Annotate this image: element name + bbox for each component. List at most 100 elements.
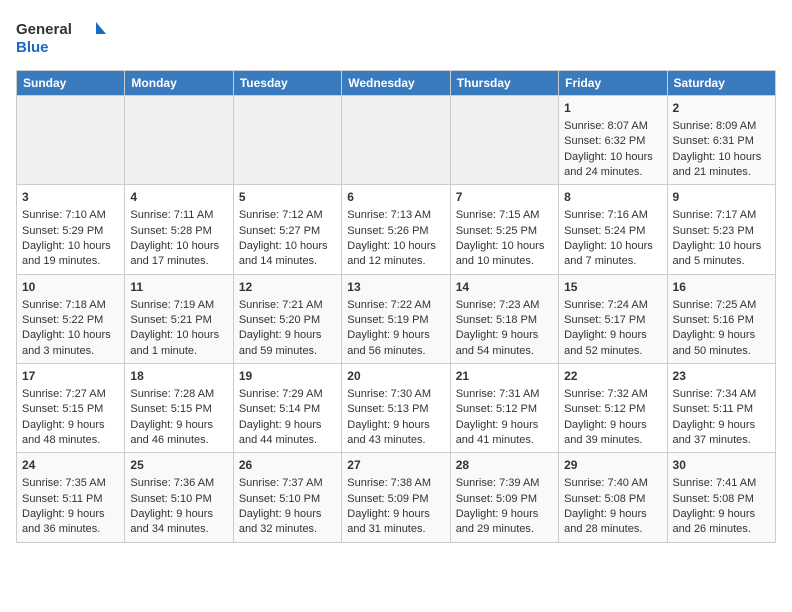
daylight: Daylight: 9 hours and 41 minutes. bbox=[456, 419, 539, 446]
sunset: Sunset: 5:20 PM bbox=[239, 314, 320, 326]
daylight: Daylight: 9 hours and 39 minutes. bbox=[564, 419, 647, 446]
sunset: Sunset: 5:14 PM bbox=[239, 403, 320, 415]
day-number: 3 bbox=[22, 189, 119, 206]
calendar-cell: 15Sunrise: 7:24 AMSunset: 5:17 PMDayligh… bbox=[559, 274, 667, 363]
daylight: Daylight: 9 hours and 32 minutes. bbox=[239, 508, 322, 535]
sunset: Sunset: 5:17 PM bbox=[564, 314, 645, 326]
sunrise: Sunrise: 7:34 AM bbox=[673, 388, 757, 400]
daylight: Daylight: 9 hours and 31 minutes. bbox=[347, 508, 430, 535]
header: General Blue bbox=[16, 16, 776, 60]
day-number: 1 bbox=[564, 100, 661, 117]
day-number: 2 bbox=[673, 100, 770, 117]
calendar-cell: 14Sunrise: 7:23 AMSunset: 5:18 PMDayligh… bbox=[450, 274, 558, 363]
daylight: Daylight: 10 hours and 12 minutes. bbox=[347, 240, 436, 267]
day-number: 30 bbox=[673, 457, 770, 474]
sunrise: Sunrise: 7:25 AM bbox=[673, 299, 757, 311]
daylight: Daylight: 9 hours and 29 minutes. bbox=[456, 508, 539, 535]
sunset: Sunset: 5:10 PM bbox=[239, 493, 320, 505]
sunset: Sunset: 5:12 PM bbox=[456, 403, 537, 415]
sunset: Sunset: 5:08 PM bbox=[673, 493, 754, 505]
sunrise: Sunrise: 7:21 AM bbox=[239, 299, 323, 311]
calendar-cell: 9Sunrise: 7:17 AMSunset: 5:23 PMDaylight… bbox=[667, 185, 775, 274]
sunset: Sunset: 5:21 PM bbox=[130, 314, 211, 326]
sunset: Sunset: 5:09 PM bbox=[347, 493, 428, 505]
daylight: Daylight: 10 hours and 10 minutes. bbox=[456, 240, 545, 267]
sunrise: Sunrise: 7:38 AM bbox=[347, 477, 431, 489]
sunrise: Sunrise: 7:30 AM bbox=[347, 388, 431, 400]
logo: General Blue bbox=[16, 16, 106, 60]
sunset: Sunset: 5:13 PM bbox=[347, 403, 428, 415]
calendar-cell: 16 Sunrise: 7:25 AM Sunset: 5:16 PM Dayligh… bbox=[667, 274, 775, 363]
sunrise: Sunrise: 7:24 AM bbox=[564, 299, 648, 311]
sunrise: Sunrise: 8:09 AM bbox=[673, 120, 757, 132]
sunset: Sunset: 6:32 PM bbox=[564, 135, 645, 147]
daylight: Daylight: 9 hours and 44 minutes. bbox=[239, 419, 322, 446]
day-number: 21 bbox=[456, 368, 553, 385]
daylight: Daylight: 9 hours and 56 minutes. bbox=[347, 329, 430, 356]
calendar-table: SundayMondayTuesdayWednesdayThursdayFrid… bbox=[16, 70, 776, 543]
daylight: Daylight: 10 hours and 19 minutes. bbox=[22, 240, 111, 267]
sunset: Sunset: 5:15 PM bbox=[130, 403, 211, 415]
sunrise: Sunrise: 7:12 AM bbox=[239, 209, 323, 221]
sunset: Sunset: 5:22 PM bbox=[22, 314, 103, 326]
day-number: 28 bbox=[456, 457, 553, 474]
sunset: Sunset: 5:15 PM bbox=[22, 403, 103, 415]
calendar-cell: 25Sunrise: 7:36 AMSunset: 5:10 PMDayligh… bbox=[125, 453, 233, 542]
day-number: 7 bbox=[456, 189, 553, 206]
sunrise: Sunrise: 7:29 AM bbox=[239, 388, 323, 400]
sunrise: Sunrise: 7:18 AM bbox=[22, 299, 106, 311]
calendar-week: 24Sunrise: 7:35 AMSunset: 5:11 PMDayligh… bbox=[17, 453, 776, 542]
sunset: Sunset: 5:10 PM bbox=[130, 493, 211, 505]
day-number: 10 bbox=[22, 279, 119, 296]
sunset: Sunset: 5:24 PM bbox=[564, 225, 645, 237]
sunrise: Sunrise: 7:35 AM bbox=[22, 477, 106, 489]
day-number: 20 bbox=[347, 368, 444, 385]
sunset: Sunset: 5:18 PM bbox=[456, 314, 537, 326]
day-number: 23 bbox=[673, 368, 770, 385]
sunset: Sunset: 5:27 PM bbox=[239, 225, 320, 237]
daylight: Daylight: 9 hours and 54 minutes. bbox=[456, 329, 539, 356]
sunset: Sunset: 5:11 PM bbox=[22, 493, 103, 505]
calendar-cell: 20 Sunrise: 7:30 AM Sunset: 5:13 PM Dayligh… bbox=[342, 364, 450, 453]
calendar-cell: 29Sunrise: 7:40 AMSunset: 5:08 PMDayligh… bbox=[559, 453, 667, 542]
day-number: 4 bbox=[130, 189, 227, 206]
daylight: Daylight: 9 hours and 34 minutes. bbox=[130, 508, 213, 535]
sunrise: Sunrise: 7:22 AM bbox=[347, 299, 431, 311]
calendar-cell bbox=[233, 96, 341, 185]
calendar-cell: 22Sunrise: 7:32 AMSunset: 5:12 PMDayligh… bbox=[559, 364, 667, 453]
sunrise: Sunrise: 7:36 AM bbox=[130, 477, 214, 489]
sunrise: Sunrise: 7:39 AM bbox=[456, 477, 540, 489]
daylight: Daylight: 9 hours and 43 minutes. bbox=[347, 419, 430, 446]
calendar-cell: 23Sunrise: 7:34 AMSunset: 5:11 PMDayligh… bbox=[667, 364, 775, 453]
sunrise: Sunrise: 7:19 AM bbox=[130, 299, 214, 311]
calendar-cell: 12Sunrise: 7:21 AMSunset: 5:20 PMDayligh… bbox=[233, 274, 341, 363]
sunrise: Sunrise: 7:37 AM bbox=[239, 477, 323, 489]
daylight: Daylight: 10 hours and 21 minutes. bbox=[673, 151, 762, 178]
day-number: 16 bbox=[673, 279, 770, 296]
calendar-cell bbox=[125, 96, 233, 185]
day-number: 15 bbox=[564, 279, 661, 296]
sunrise: Sunrise: 7:32 AM bbox=[564, 388, 648, 400]
calendar-cell: 4Sunrise: 7:11 AMSunset: 5:28 PMDaylight… bbox=[125, 185, 233, 274]
sunset: Sunset: 5:25 PM bbox=[456, 225, 537, 237]
daylight: Daylight: 10 hours and 7 minutes. bbox=[564, 240, 653, 267]
calendar-cell: 11Sunrise: 7:19 AMSunset: 5:21 PMDayligh… bbox=[125, 274, 233, 363]
daylight: Daylight: 10 hours and 3 minutes. bbox=[22, 329, 111, 356]
daylight: Daylight: 9 hours and 50 minutes. bbox=[673, 329, 756, 356]
day-number: 19 bbox=[239, 368, 336, 385]
calendar-cell bbox=[450, 96, 558, 185]
sunrise: Sunrise: 7:27 AM bbox=[22, 388, 106, 400]
day-number: 13 bbox=[347, 279, 444, 296]
sunset: Sunset: 5:16 PM bbox=[673, 314, 754, 326]
sunset: Sunset: 6:31 PM bbox=[673, 135, 754, 147]
sunset: Sunset: 5:08 PM bbox=[564, 493, 645, 505]
day-header: Sunday bbox=[17, 71, 125, 96]
calendar-cell: 17Sunrise: 7:27 AMSunset: 5:15 PMDayligh… bbox=[17, 364, 125, 453]
calendar-cell: 8Sunrise: 7:16 AMSunset: 5:24 PMDaylight… bbox=[559, 185, 667, 274]
daylight: Daylight: 9 hours and 46 minutes. bbox=[130, 419, 213, 446]
day-number: 12 bbox=[239, 279, 336, 296]
sunrise: Sunrise: 7:23 AM bbox=[456, 299, 540, 311]
sunset: Sunset: 5:28 PM bbox=[130, 225, 211, 237]
daylight: Daylight: 9 hours and 26 minutes. bbox=[673, 508, 756, 535]
daylight: Daylight: 10 hours and 5 minutes. bbox=[673, 240, 762, 267]
